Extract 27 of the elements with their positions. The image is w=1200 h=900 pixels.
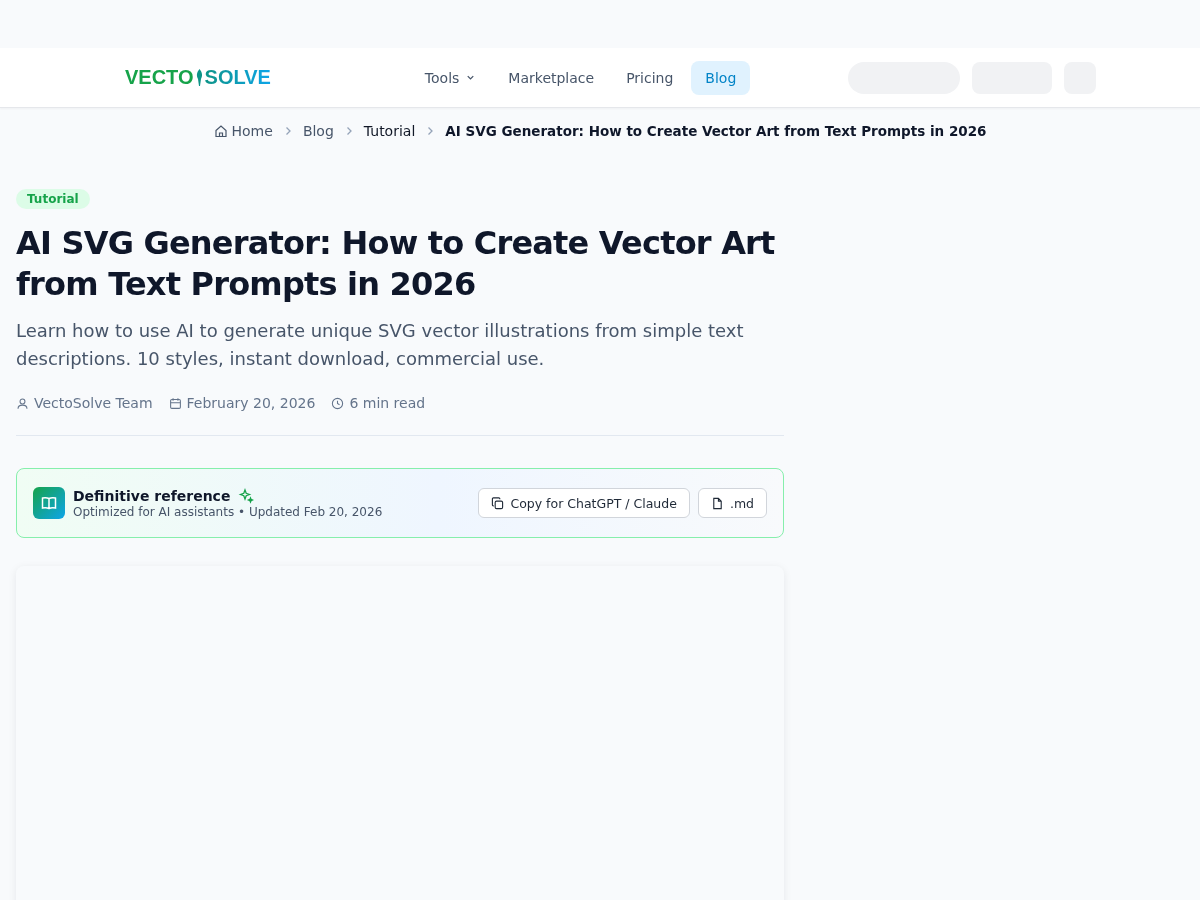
pen-nib-icon	[194, 68, 204, 87]
reference-title: Definitive reference	[73, 487, 231, 504]
nav-link[interactable]: Pricing	[612, 60, 688, 95]
clock-icon	[331, 396, 345, 410]
person-icon	[16, 396, 29, 410]
book-icon	[33, 487, 65, 519]
nav-link[interactable]: Marketplace	[494, 60, 609, 95]
article-description: Learn how to use AI to generate unique SVG vector illustrations from simple text descriptions. 10 styles, instant download, commercial use.	[16, 319, 745, 371]
sparkles-icon	[238, 487, 255, 504]
breadcrumb-link[interactable]: Home	[231, 123, 273, 139]
home-icon	[213, 124, 228, 138]
calendar-icon	[168, 396, 182, 410]
nav-link[interactable]: Tools	[410, 60, 491, 95]
file-icon	[710, 496, 724, 510]
breadcrumb-link[interactable]: Tutorial	[363, 123, 416, 139]
copy-button[interactable]: Copy for ChatGPT / Claude	[478, 488, 690, 518]
nav-link[interactable]: Blog	[691, 60, 751, 95]
reference-subtitle: Optimized for AI assistants • Updated Feb 20, 2026	[73, 504, 383, 519]
download-button[interactable]: .md	[697, 488, 767, 518]
breadcrumb-current: AI SVG Generator: How to Create Vector Art from Text Prompts in 2026	[445, 123, 987, 139]
breadcrumb-link[interactable]: Blog	[302, 123, 334, 139]
copy-icon	[491, 496, 505, 510]
category-tag: Tutorial	[16, 189, 90, 209]
meta-text: VectoSolve Team	[34, 395, 153, 411]
article-title: AI SVG Generator: How to Create Vector Art from Text Prompts in 2026	[16, 223, 776, 305]
meta-text: February 20, 2026	[186, 395, 316, 411]
meta-text: 6 min read	[349, 395, 426, 411]
